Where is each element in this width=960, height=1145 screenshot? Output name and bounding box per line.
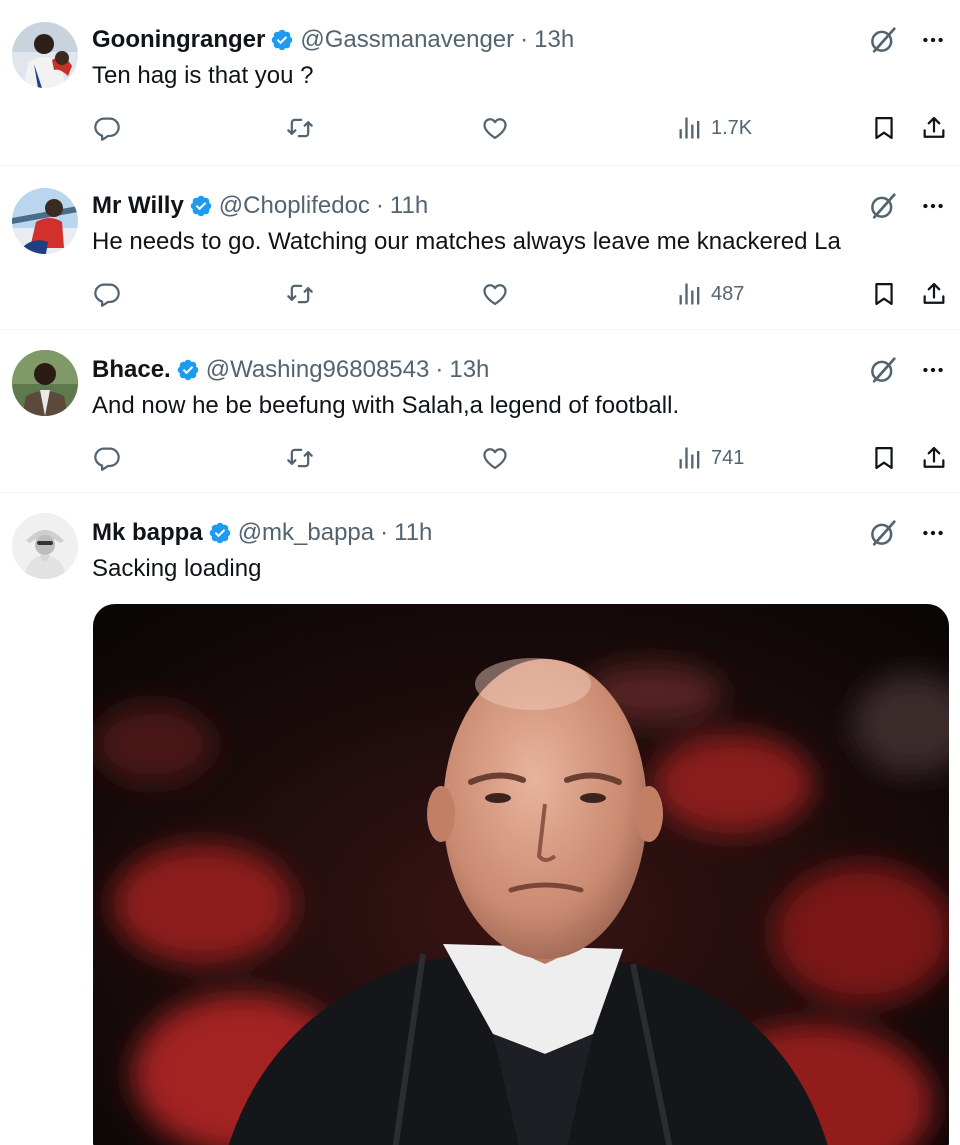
verified-badge-icon: [208, 521, 232, 545]
more-icon[interactable]: [920, 520, 946, 546]
tweet-header: Bhace. @Washing96808543 · 13h: [92, 354, 489, 386]
views-count: 741: [711, 446, 745, 469]
avatar[interactable]: [12, 22, 78, 88]
heart-icon: [481, 114, 509, 142]
avatar[interactable]: [12, 188, 78, 254]
like-button[interactable]: [481, 443, 509, 473]
reply-icon: [93, 444, 121, 472]
verified-badge-icon: [270, 28, 294, 52]
separator: ·: [520, 26, 529, 53]
more-icon[interactable]: [920, 357, 946, 383]
retweet-button[interactable]: [286, 113, 314, 143]
retweet-icon: [286, 444, 314, 472]
reply-button[interactable]: [93, 113, 121, 143]
timestamp[interactable]: 11h: [394, 519, 432, 547]
user-handle[interactable]: @mk_bappa: [238, 519, 374, 547]
tweet-2[interactable]: Mr Willy @Choplifedoc · 11h He needs to …: [0, 166, 960, 330]
tweet-text: Ten hag is that you ?: [92, 62, 314, 89]
bookmark-icon: [870, 114, 898, 142]
tweet-1[interactable]: Gooningranger @Gassmanavenger · 13h Ten …: [0, 0, 960, 166]
bookmark-button[interactable]: [870, 279, 898, 309]
more-icon[interactable]: [920, 193, 946, 219]
avatar[interactable]: [12, 350, 78, 416]
grok-icon[interactable]: [868, 191, 898, 221]
tweet-top-actions: [868, 190, 946, 222]
reply-feed: Gooningranger @Gassmanavenger · 13h Ten …: [0, 0, 960, 1145]
verified-badge-icon: [189, 194, 213, 218]
share-icon: [920, 280, 948, 308]
timestamp[interactable]: 13h: [449, 356, 489, 384]
like-button[interactable]: [481, 113, 509, 143]
reply-button[interactable]: [93, 443, 121, 473]
reply-icon: [93, 114, 121, 142]
display-name[interactable]: Gooningranger: [92, 26, 265, 54]
reply-button[interactable]: [93, 279, 121, 309]
timestamp[interactable]: 11h: [390, 192, 428, 220]
heart-icon: [481, 280, 509, 308]
user-handle[interactable]: @Choplifedoc: [219, 192, 370, 220]
share-icon: [920, 114, 948, 142]
views-count: 487: [711, 282, 745, 305]
views-button[interactable]: 741: [676, 443, 744, 473]
tweet-top-actions: [868, 354, 946, 386]
views-count: 1.7K: [711, 116, 753, 139]
share-button[interactable]: [920, 279, 948, 309]
tweet-text: He needs to go. Watching our matches alw…: [92, 228, 841, 255]
tweet-text: Sacking loading: [92, 555, 262, 582]
avatar[interactable]: [12, 513, 78, 579]
tweet-3[interactable]: Bhace. @Washing96808543 · 13h And now he…: [0, 330, 960, 493]
separator: ·: [380, 519, 389, 546]
retweet-icon: [286, 114, 314, 142]
user-handle[interactable]: @Washing96808543: [206, 356, 430, 384]
tweet-top-actions: [868, 24, 946, 56]
reply-icon: [93, 280, 121, 308]
tweet-top-actions: [868, 517, 946, 549]
views-icon: [676, 280, 704, 308]
verified-badge-icon: [176, 358, 200, 382]
grok-icon[interactable]: [868, 25, 898, 55]
share-icon: [920, 444, 948, 472]
bookmark-button[interactable]: [870, 443, 898, 473]
bookmark-button[interactable]: [870, 113, 898, 143]
separator: ·: [375, 192, 384, 219]
display-name[interactable]: Mk bappa: [92, 519, 203, 547]
grok-icon[interactable]: [868, 355, 898, 385]
more-icon[interactable]: [920, 27, 946, 53]
tweet-header: Gooningranger @Gassmanavenger · 13h: [92, 24, 574, 56]
retweet-button[interactable]: [286, 443, 314, 473]
tweet-4[interactable]: Mk bappa @mk_bappa · 11h Sacking loading: [0, 493, 960, 1145]
timestamp[interactable]: 13h: [534, 26, 574, 54]
tweet-header: Mr Willy @Choplifedoc · 11h: [92, 190, 428, 222]
display-name[interactable]: Mr Willy: [92, 192, 184, 220]
like-button[interactable]: [481, 279, 509, 309]
views-button[interactable]: 487: [676, 279, 744, 309]
views-icon: [676, 114, 704, 142]
bookmark-icon: [870, 444, 898, 472]
views-button[interactable]: 1.7K: [676, 113, 752, 143]
tweet-photo[interactable]: [93, 604, 949, 1145]
heart-icon: [481, 444, 509, 472]
separator: ·: [435, 356, 444, 383]
views-icon: [676, 444, 704, 472]
share-button[interactable]: [920, 443, 948, 473]
tweet-header: Mk bappa @mk_bappa · 11h: [92, 517, 432, 549]
retweet-icon: [286, 280, 314, 308]
bookmark-icon: [870, 280, 898, 308]
display-name[interactable]: Bhace.: [92, 356, 171, 384]
tweet-text: And now he be beefung with Salah,a legen…: [92, 392, 680, 419]
user-handle[interactable]: @Gassmanavenger: [300, 26, 514, 54]
retweet-button[interactable]: [286, 279, 314, 309]
share-button[interactable]: [920, 113, 948, 143]
grok-icon[interactable]: [868, 518, 898, 548]
